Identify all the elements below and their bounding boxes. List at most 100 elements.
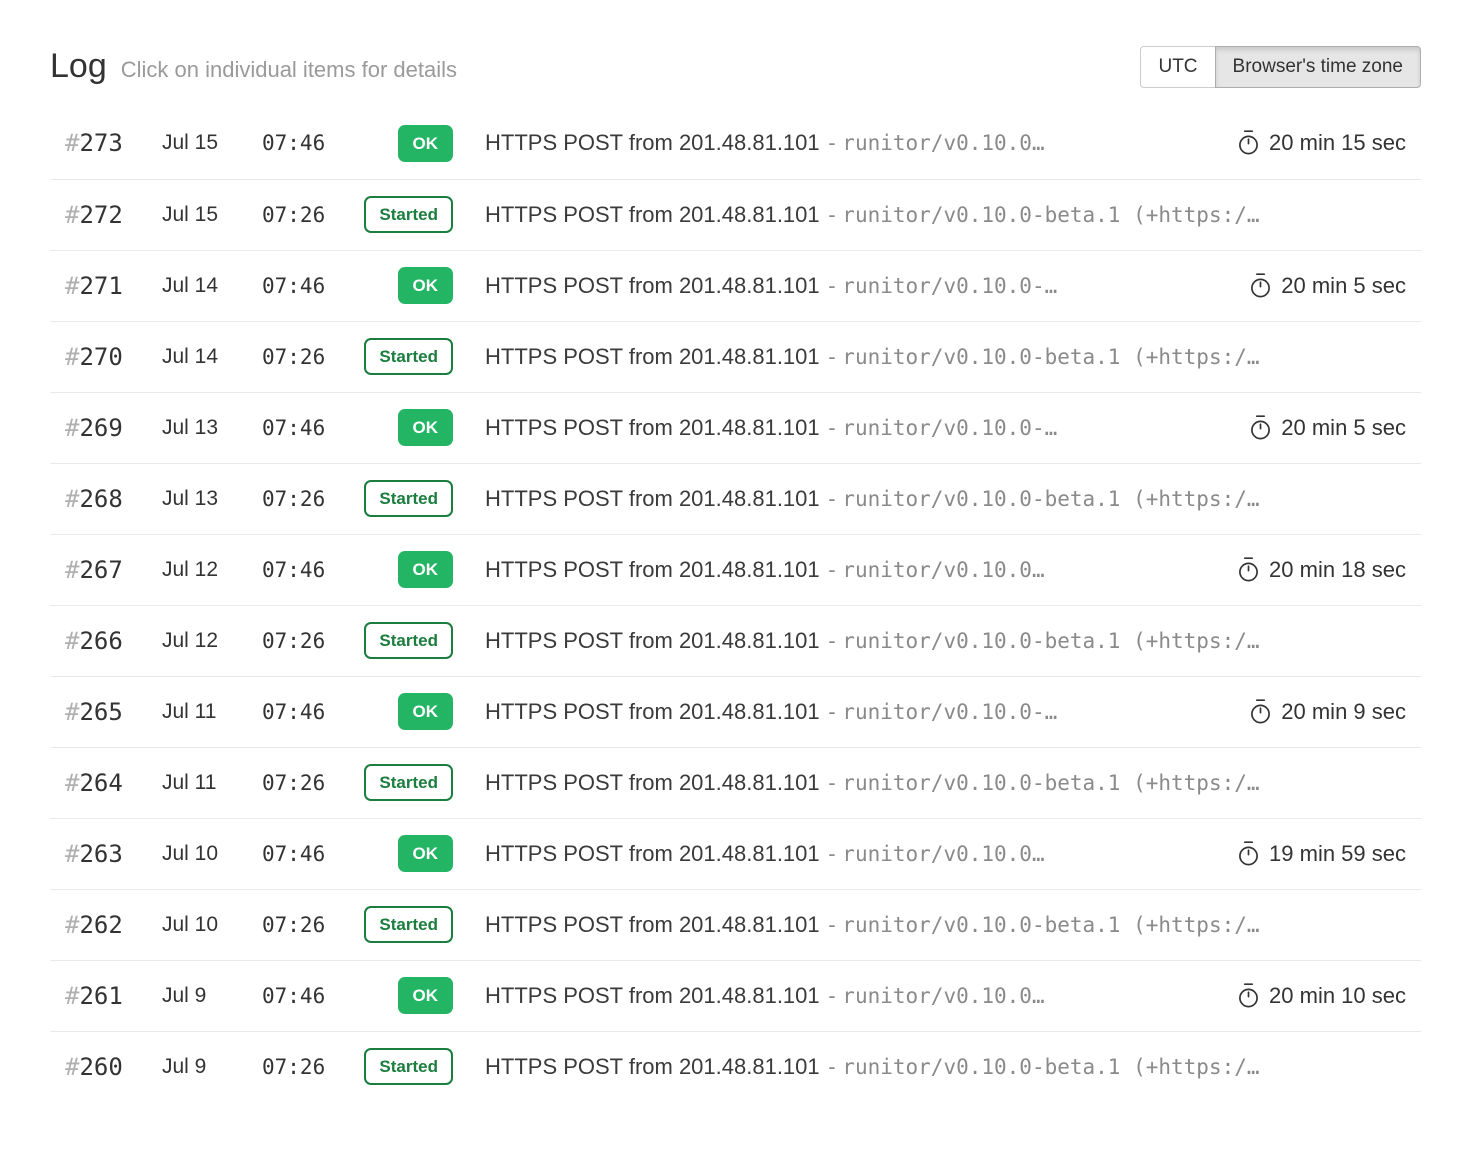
event-user-agent: runitor/v0.10.0-beta.1 (+https:/… (842, 1055, 1259, 1079)
event-duration-text: 19 min 59 sec (1269, 841, 1406, 867)
status-badge-cell: OK (362, 125, 453, 162)
hash-sign: # (65, 698, 79, 726)
event-user-agent: runitor/v0.10.0… (842, 984, 1044, 1008)
log-row[interactable]: #264 Jul 11 07:26 Started HTTPS POST fro… (50, 747, 1421, 818)
event-message-separator: - (826, 771, 839, 795)
event-message: HTTPS POST from 201.48.81.101-runitor/v0… (485, 415, 1234, 441)
status-badge-cell: OK (362, 267, 453, 304)
browser-timezone-button[interactable]: Browser's time zone (1215, 46, 1421, 88)
event-duration: 20 min 18 sec (1236, 556, 1406, 584)
event-time: 07:46 (262, 700, 362, 724)
status-badge: OK (398, 551, 454, 588)
event-message: HTTPS POST from 201.48.81.101-runitor/v0… (485, 699, 1234, 725)
event-number-value: 270 (79, 343, 122, 371)
event-time: 07:26 (262, 487, 362, 511)
event-message: HTTPS POST from 201.48.81.101-runitor/v0… (485, 983, 1222, 1009)
log-row[interactable]: #266 Jul 12 07:26 Started HTTPS POST fro… (50, 605, 1421, 676)
event-number-value: 264 (79, 769, 122, 797)
event-message-separator: - (826, 274, 839, 298)
status-badge: OK (398, 409, 454, 446)
event-time: 07:46 (262, 842, 362, 866)
event-message-separator: - (826, 913, 839, 937)
event-date: Jul 13 (162, 487, 262, 511)
log-row[interactable]: #268 Jul 13 07:26 Started HTTPS POST fro… (50, 463, 1421, 534)
event-message-separator: - (826, 842, 839, 866)
hash-sign: # (65, 627, 79, 655)
status-badge-cell: Started (362, 764, 453, 801)
event-date: Jul 15 (162, 131, 262, 155)
log-row[interactable]: #269 Jul 13 07:46 OK HTTPS POST from 201… (50, 392, 1421, 463)
stopwatch-icon (1248, 272, 1273, 300)
log-row[interactable]: #262 Jul 10 07:26 Started HTTPS POST fro… (50, 889, 1421, 960)
event-time: 07:26 (262, 771, 362, 795)
status-badge: OK (398, 267, 454, 304)
status-badge: OK (398, 835, 454, 872)
event-number-value: 265 (79, 698, 122, 726)
status-badge: OK (398, 977, 454, 1014)
log-row[interactable]: #265 Jul 11 07:46 OK HTTPS POST from 201… (50, 676, 1421, 747)
event-number: #263 (65, 840, 162, 868)
event-time: 07:26 (262, 345, 362, 369)
event-time: 07:26 (262, 629, 362, 653)
event-message-main: HTTPS POST from 201.48.81.101 (485, 486, 820, 511)
hash-sign: # (65, 129, 79, 157)
event-message-main: HTTPS POST from 201.48.81.101 (485, 983, 820, 1008)
event-message: HTTPS POST from 201.48.81.101-runitor/v0… (485, 770, 1406, 796)
hash-sign: # (65, 911, 79, 939)
log-row[interactable]: #267 Jul 12 07:46 OK HTTPS POST from 201… (50, 534, 1421, 605)
log-row[interactable]: #272 Jul 15 07:26 Started HTTPS POST fro… (50, 179, 1421, 250)
event-message-separator: - (826, 345, 839, 369)
timezone-toggle-group: UTC Browser's time zone (1140, 46, 1421, 88)
event-user-agent: runitor/v0.10.0… (842, 842, 1044, 866)
hash-sign: # (65, 272, 79, 300)
event-duration: 20 min 10 sec (1236, 982, 1406, 1010)
event-number: #265 (65, 698, 162, 726)
status-badge-cell: Started (362, 338, 453, 375)
utc-button[interactable]: UTC (1140, 46, 1215, 88)
status-badge-cell: OK (362, 977, 453, 1014)
event-number-value: 266 (79, 627, 122, 655)
event-date: Jul 9 (162, 984, 262, 1008)
event-message-main: HTTPS POST from 201.48.81.101 (485, 202, 820, 227)
event-message-separator: - (826, 131, 839, 155)
event-user-agent: runitor/v0.10.0-… (842, 700, 1057, 724)
log-row[interactable]: #270 Jul 14 07:26 Started HTTPS POST fro… (50, 321, 1421, 392)
event-message-main: HTTPS POST from 201.48.81.101 (485, 344, 820, 369)
event-user-agent: runitor/v0.10.0-beta.1 (+https:/… (842, 203, 1259, 227)
event-message: HTTPS POST from 201.48.81.101-runitor/v0… (485, 486, 1406, 512)
stopwatch-icon (1236, 556, 1261, 584)
event-time: 07:26 (262, 1055, 362, 1079)
log-row[interactable]: #271 Jul 14 07:46 OK HTTPS POST from 201… (50, 250, 1421, 321)
log-row[interactable]: #260 Jul 9 07:26 Started HTTPS POST from… (50, 1031, 1421, 1102)
event-user-agent: runitor/v0.10.0-beta.1 (+https:/… (842, 629, 1259, 653)
event-date: Jul 10 (162, 913, 262, 937)
event-number: #269 (65, 414, 162, 442)
event-number: #268 (65, 485, 162, 513)
status-badge: Started (364, 764, 453, 801)
stopwatch-icon (1248, 414, 1273, 442)
hash-sign: # (65, 982, 79, 1010)
event-number: #272 (65, 201, 162, 229)
log-row[interactable]: #263 Jul 10 07:46 OK HTTPS POST from 201… (50, 818, 1421, 889)
status-badge: Started (364, 480, 453, 517)
event-date: Jul 11 (162, 771, 262, 795)
event-date: Jul 9 (162, 1055, 262, 1079)
log-row[interactable]: #261 Jul 9 07:46 OK HTTPS POST from 201.… (50, 960, 1421, 1031)
event-user-agent: runitor/v0.10.0… (842, 131, 1044, 155)
event-message-main: HTTPS POST from 201.48.81.101 (485, 130, 820, 155)
event-message: HTTPS POST from 201.48.81.101-runitor/v0… (485, 202, 1406, 228)
event-number: #270 (65, 343, 162, 371)
event-date: Jul 14 (162, 274, 262, 298)
event-message-main: HTTPS POST from 201.48.81.101 (485, 557, 820, 582)
title-wrap: Log Click on individual items for detail… (50, 47, 457, 86)
event-date: Jul 12 (162, 558, 262, 582)
event-user-agent: runitor/v0.10.0-… (842, 416, 1057, 440)
event-number-value: 272 (79, 201, 122, 229)
event-message: HTTPS POST from 201.48.81.101-runitor/v0… (485, 557, 1222, 583)
event-number: #261 (65, 982, 162, 1010)
event-duration-text: 20 min 9 sec (1281, 699, 1406, 725)
event-time: 07:46 (262, 274, 362, 298)
log-table: #273 Jul 15 07:46 OK HTTPS POST from 201… (50, 108, 1421, 1102)
event-date: Jul 12 (162, 629, 262, 653)
log-row[interactable]: #273 Jul 15 07:46 OK HTTPS POST from 201… (50, 108, 1421, 179)
